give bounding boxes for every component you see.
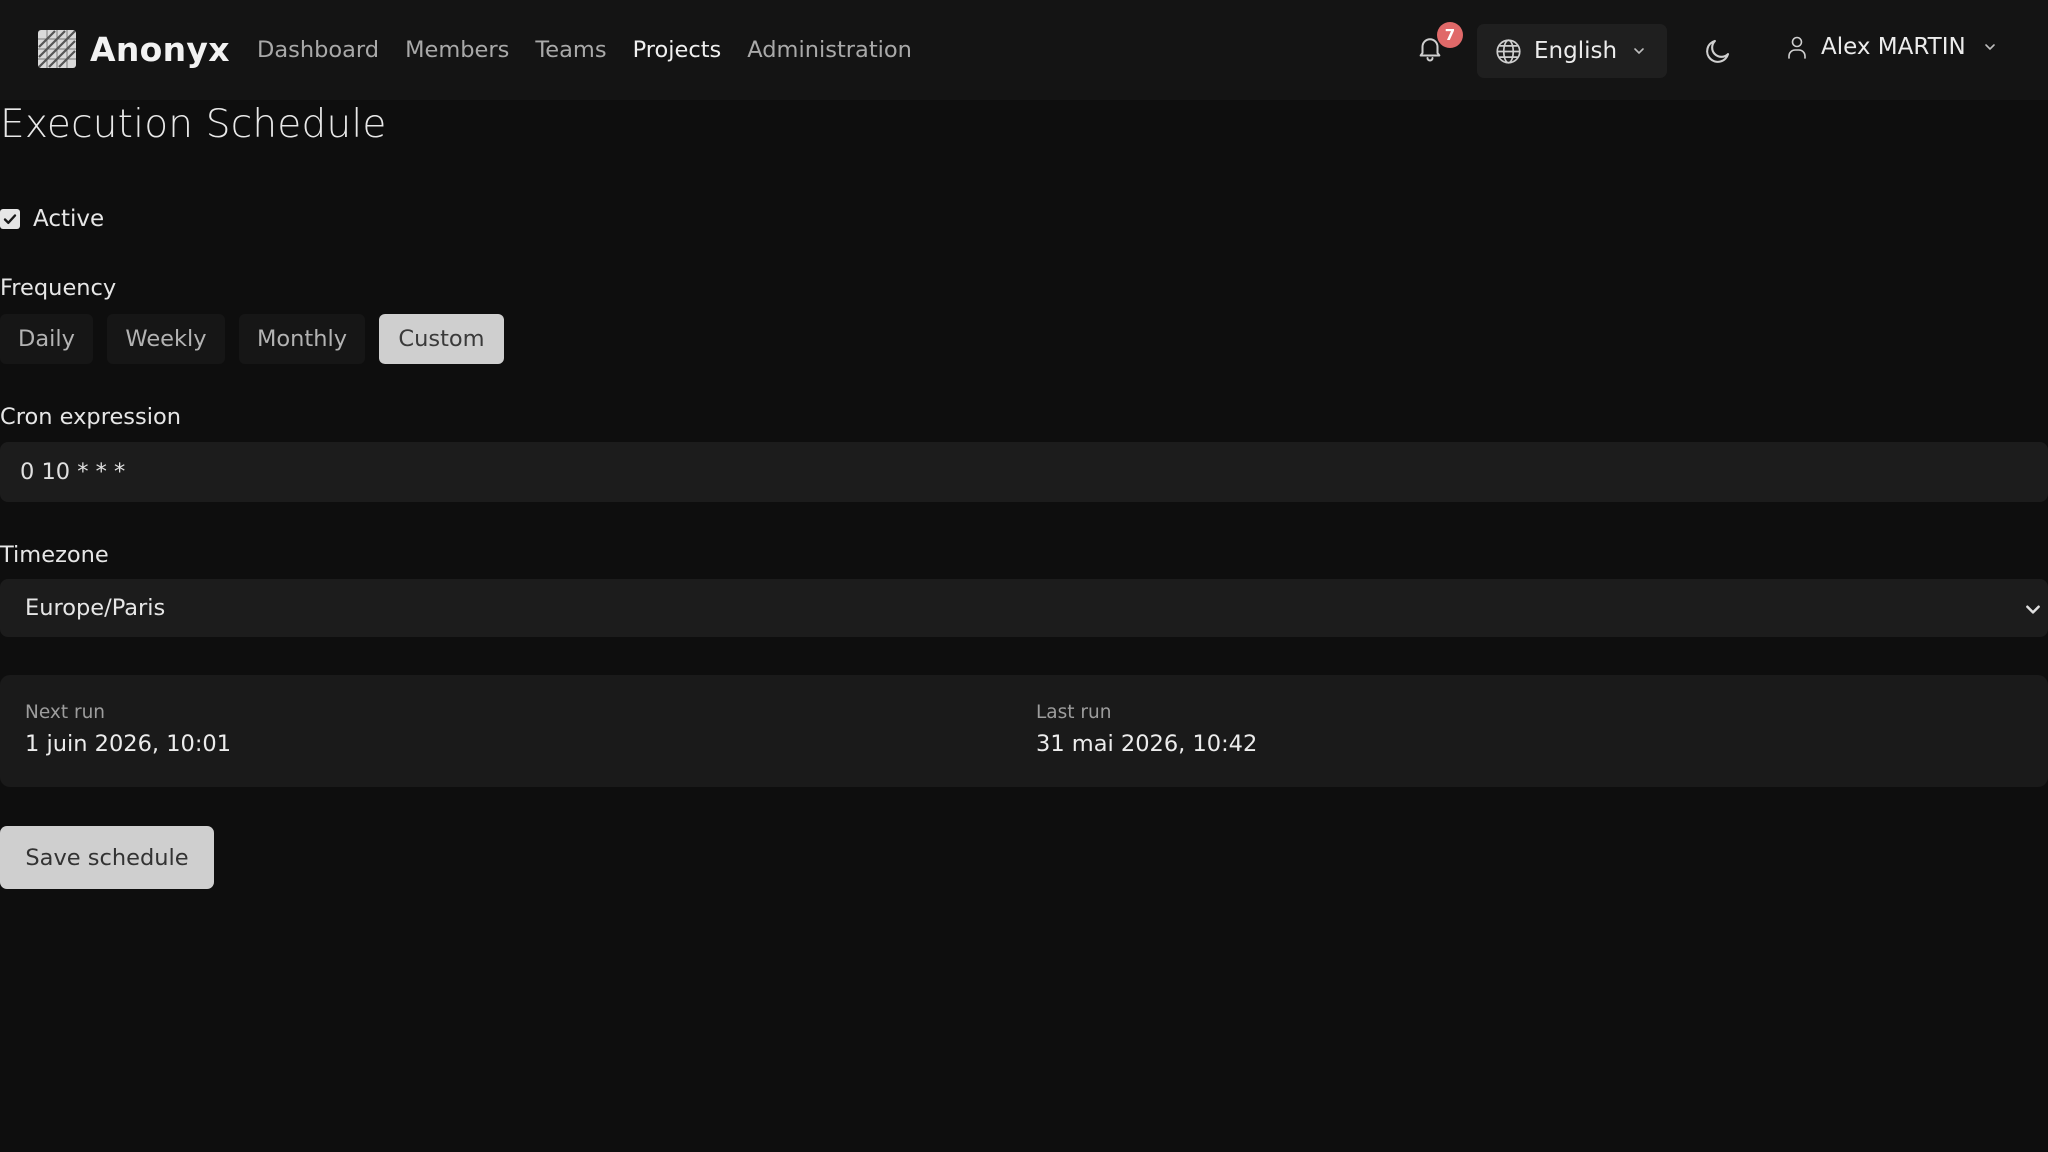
user-menu[interactable]: Alex MARTIN [1785, 34, 1998, 60]
cron-expression-label: Cron expression [0, 404, 182, 430]
last-run-label: Last run [1036, 702, 1112, 723]
frequency-button-group: Daily Weekly Monthly Custom [0, 314, 518, 364]
nav-members[interactable]: Members [405, 34, 509, 66]
nav-teams[interactable]: Teams [535, 34, 606, 66]
last-run-value: 31 mai 2026, 10:42 [1036, 731, 1258, 757]
next-run-value: 1 juin 2026, 10:01 [25, 731, 232, 757]
next-run-label: Next run [25, 702, 106, 723]
brand-logo-icon [38, 30, 76, 68]
theme-toggle-button[interactable] [1703, 36, 1733, 66]
timezone-selected-value: Europe/Paris [25, 595, 166, 621]
chevron-down-icon [1984, 44, 1995, 51]
save-schedule-button[interactable]: Save schedule [0, 826, 214, 889]
frequency-monthly-button[interactable]: Monthly [239, 314, 365, 364]
active-label[interactable]: Active [33, 206, 104, 232]
nav-administration[interactable]: Administration [747, 34, 912, 66]
notification-count-badge: 7 [1437, 22, 1463, 48]
language-label: English [1534, 38, 1618, 64]
main-nav: Dashboard Members Teams Projects Adminis… [257, 34, 938, 66]
moon-icon [1706, 39, 1730, 63]
frequency-weekly-button[interactable]: Weekly [107, 314, 225, 364]
chevron-down-icon [1634, 48, 1644, 55]
frequency-daily-button[interactable]: Daily [0, 314, 93, 364]
active-checkbox[interactable] [0, 209, 20, 229]
run-info-card: Next run 1 juin 2026, 10:01 Last run 31 … [0, 675, 2048, 787]
timezone-label: Timezone [0, 542, 109, 568]
chevron-down-icon [2026, 605, 2040, 614]
nav-dashboard[interactable]: Dashboard [257, 34, 379, 66]
frequency-label: Frequency [0, 275, 117, 301]
brand[interactable]: Anonyx [37, 29, 230, 69]
user-name: Alex MARTIN [1821, 34, 1966, 60]
notifications-button[interactable]: 7 [1415, 22, 1463, 67]
top-navbar: Anonyx Dashboard Members Teams Projects … [0, 0, 2048, 100]
brand-name: Anonyx [90, 29, 230, 69]
checkmark-icon [3, 214, 17, 224]
user-icon [1788, 36, 1806, 59]
frequency-custom-button[interactable]: Custom [379, 314, 504, 364]
nav-projects[interactable]: Projects [633, 34, 722, 66]
globe-icon [1496, 38, 1521, 64]
active-toggle-row: Active [0, 206, 104, 232]
cron-expression-input[interactable] [0, 442, 2048, 502]
language-selector[interactable]: English [1477, 24, 1667, 78]
timezone-select[interactable]: Europe/Paris [0, 579, 2048, 637]
page-title: Execution Schedule [0, 102, 387, 147]
